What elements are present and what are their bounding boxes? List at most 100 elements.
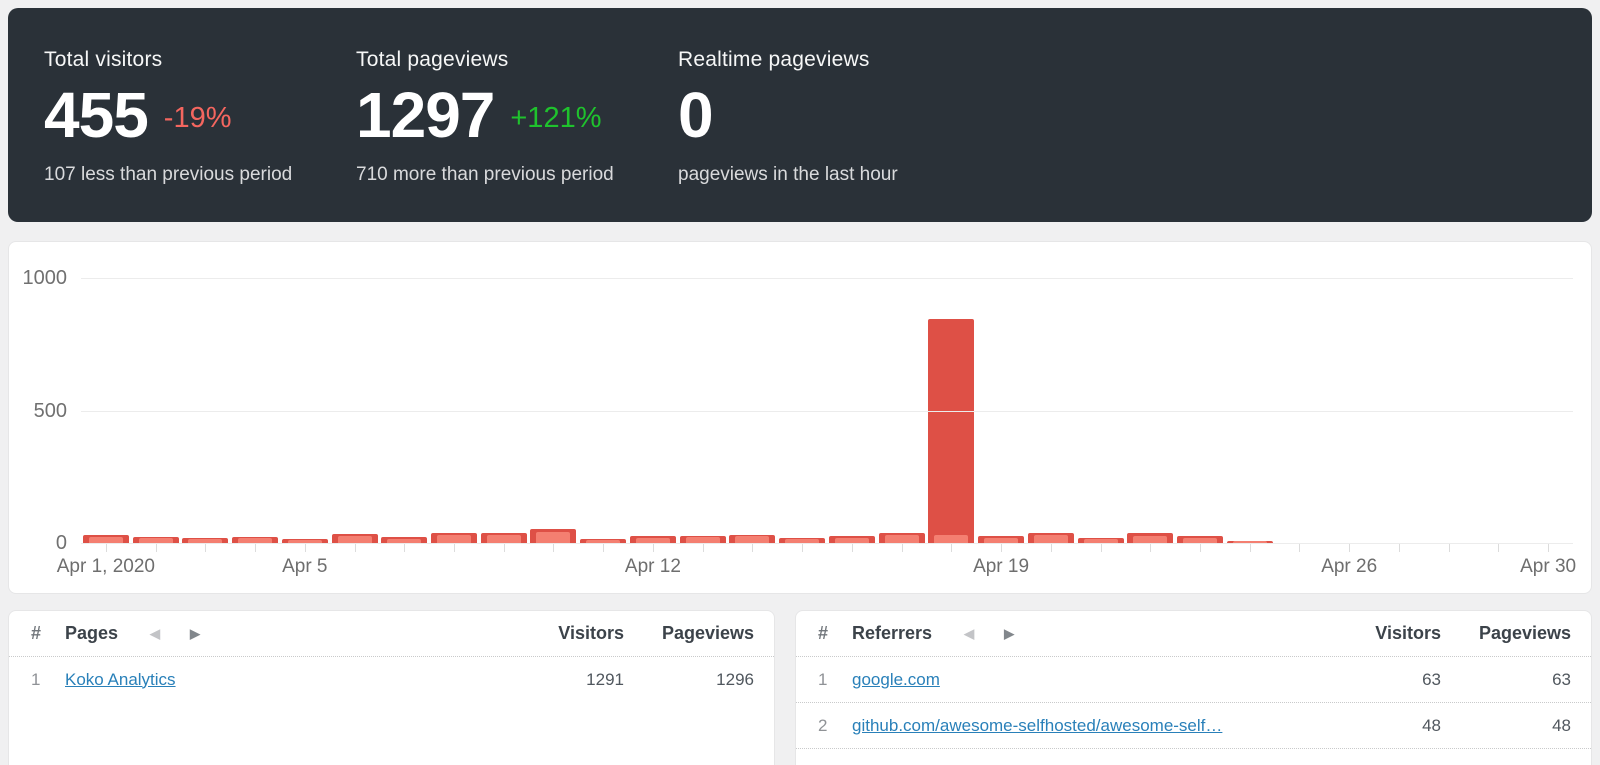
stat-subtext: 107 less than previous period — [44, 164, 292, 186]
referrers-table-panel: # Referrers ◀ ▶ Visitors Pageviews 1goog… — [795, 610, 1592, 765]
stat-total-visitors: Total visitors 455 -19% 107 less than pr… — [44, 48, 292, 186]
next-page-icon[interactable]: ▶ — [190, 627, 200, 640]
stat-realtime-pageviews: Realtime pageviews 0 pageviews in the la… — [678, 48, 898, 186]
x-axis-tick — [1449, 544, 1450, 552]
row-pageviews-value: 1296 — [624, 670, 754, 690]
stat-subtext: pageviews in the last hour — [678, 164, 898, 186]
x-axis-tick-label: Apr 26 — [1321, 556, 1377, 578]
referrers-table-row: 1google.com 6363 — [796, 656, 1591, 702]
stat-label: Realtime pageviews — [678, 48, 898, 72]
visitors-column-header: Visitors — [494, 623, 624, 644]
visitors-bar — [1133, 536, 1167, 543]
summary-panel: Total visitors 455 -19% 107 less than pr… — [8, 8, 1592, 222]
pageviews-column-header: Pageviews — [624, 623, 754, 644]
x-axis-tick — [1349, 544, 1350, 552]
pages-table-row: 1Koko Analytics 12911296 — [9, 656, 774, 702]
change-badge: +121% — [510, 96, 601, 135]
visitors-bar — [338, 536, 372, 543]
visitors-bar — [1034, 535, 1068, 543]
x-axis-tick — [255, 544, 256, 552]
x-axis-tick-label: Apr 12 — [625, 556, 681, 578]
gridline-y-1000 — [81, 278, 1573, 279]
x-axis-tick — [703, 544, 704, 552]
visitors-bar — [536, 532, 570, 543]
x-axis-tick — [1498, 544, 1499, 552]
visitors-bar — [437, 535, 471, 543]
stat-subtext: 710 more than previous period — [356, 164, 614, 186]
x-axis-tick — [355, 544, 356, 552]
row-rank: 1 — [818, 670, 852, 690]
referrers-table-row: 2github.com/awesome-selfhosted/awesome-s… — [796, 702, 1591, 748]
x-axis-tick — [1250, 544, 1251, 552]
visitors-bar — [885, 535, 919, 543]
x-axis-tick — [802, 544, 803, 552]
x-axis-tick-label: Apr 1, 2020 — [57, 556, 155, 578]
visitors-bar — [487, 535, 521, 543]
pages-table-panel: # Pages ◀ ▶ Visitors Pageviews 1Koko Ana… — [8, 610, 775, 765]
y-axis-tick-label: 0 — [9, 531, 67, 555]
referrers-table-header: # Referrers ◀ ▶ Visitors Pageviews — [796, 611, 1591, 656]
gridline-y-500 — [81, 411, 1573, 412]
pageviews-bar — [928, 319, 974, 543]
x-axis-tick — [106, 544, 107, 552]
referrer-link[interactable]: google.com — [852, 670, 1291, 690]
x-axis-tick — [1101, 544, 1102, 552]
stat-value: 0 — [678, 83, 713, 147]
x-axis-tick — [1051, 544, 1052, 552]
visitors-column-header: Visitors — [1311, 623, 1441, 644]
stat-value: 1297 — [356, 83, 494, 147]
referrers-pagination: ◀ ▶ — [964, 627, 1311, 640]
x-axis-tick — [1200, 544, 1201, 552]
y-axis-tick-label: 500 — [9, 399, 67, 423]
next-page-icon[interactable]: ▶ — [1004, 627, 1014, 640]
change-badge: -19% — [164, 96, 232, 135]
x-axis-tick — [205, 544, 206, 552]
page-link[interactable]: Koko Analytics — [65, 670, 474, 690]
x-axis-tick — [902, 544, 903, 552]
pages-pagination: ◀ ▶ — [150, 627, 494, 640]
x-axis-tick — [1399, 544, 1400, 552]
x-axis-tick — [653, 544, 654, 552]
referrer-link[interactable]: github.com/awesome-selfhosted/awesome-se… — [852, 716, 1291, 736]
x-axis-tick — [951, 544, 952, 552]
x-axis-tick — [553, 544, 554, 552]
pages-table-title: Pages — [65, 623, 118, 644]
prev-page-icon[interactable]: ◀ — [964, 627, 974, 640]
x-axis-tick — [603, 544, 604, 552]
x-axis-tick — [752, 544, 753, 552]
y-axis-tick-label: 1000 — [9, 266, 67, 290]
row-visitors-value: 48 — [1311, 716, 1441, 736]
x-axis-tick — [1548, 544, 1549, 552]
row-rank: 1 — [31, 670, 65, 690]
x-axis-tick-label: Apr 19 — [973, 556, 1029, 578]
stat-label: Total visitors — [44, 48, 292, 72]
x-axis-tick — [1001, 544, 1002, 552]
row-visitors-value: 1291 — [494, 670, 624, 690]
pageviews-column-header: Pageviews — [1441, 623, 1571, 644]
x-axis-tick — [1299, 544, 1300, 552]
x-axis-tick — [504, 544, 505, 552]
pages-table-header: # Pages ◀ ▶ Visitors Pageviews — [9, 611, 774, 656]
stat-value: 455 — [44, 83, 148, 147]
row-rank: 2 — [818, 716, 852, 736]
x-axis-tick-label: Apr 30 — [1520, 556, 1576, 578]
referrers-table-title: Referrers — [852, 623, 932, 644]
visitors-bar — [735, 536, 769, 543]
rank-column-header: # — [818, 623, 852, 644]
x-axis-tick — [305, 544, 306, 552]
x-axis-tick — [404, 544, 405, 552]
row-pageviews-value: 63 — [1441, 670, 1571, 690]
row-pageviews-value: 48 — [1441, 716, 1571, 736]
x-axis-tick-label: Apr 5 — [282, 556, 327, 578]
row-visitors-value: 63 — [1311, 670, 1441, 690]
chart-panel: 0 500 1000 Apr 1, 2020 Apr 5 Apr 12 Apr 19 Apr … — [8, 241, 1592, 594]
rank-column-header: # — [31, 623, 65, 644]
x-axis-tick — [454, 544, 455, 552]
table-row-clipped — [796, 748, 1591, 765]
prev-page-icon[interactable]: ◀ — [150, 627, 160, 640]
stat-label: Total pageviews — [356, 48, 614, 72]
visitors-bar — [934, 535, 968, 543]
stat-total-pageviews: Total pageviews 1297 +121% 710 more than… — [356, 48, 614, 186]
x-axis-tick — [852, 544, 853, 552]
x-axis-tick — [1150, 544, 1151, 552]
